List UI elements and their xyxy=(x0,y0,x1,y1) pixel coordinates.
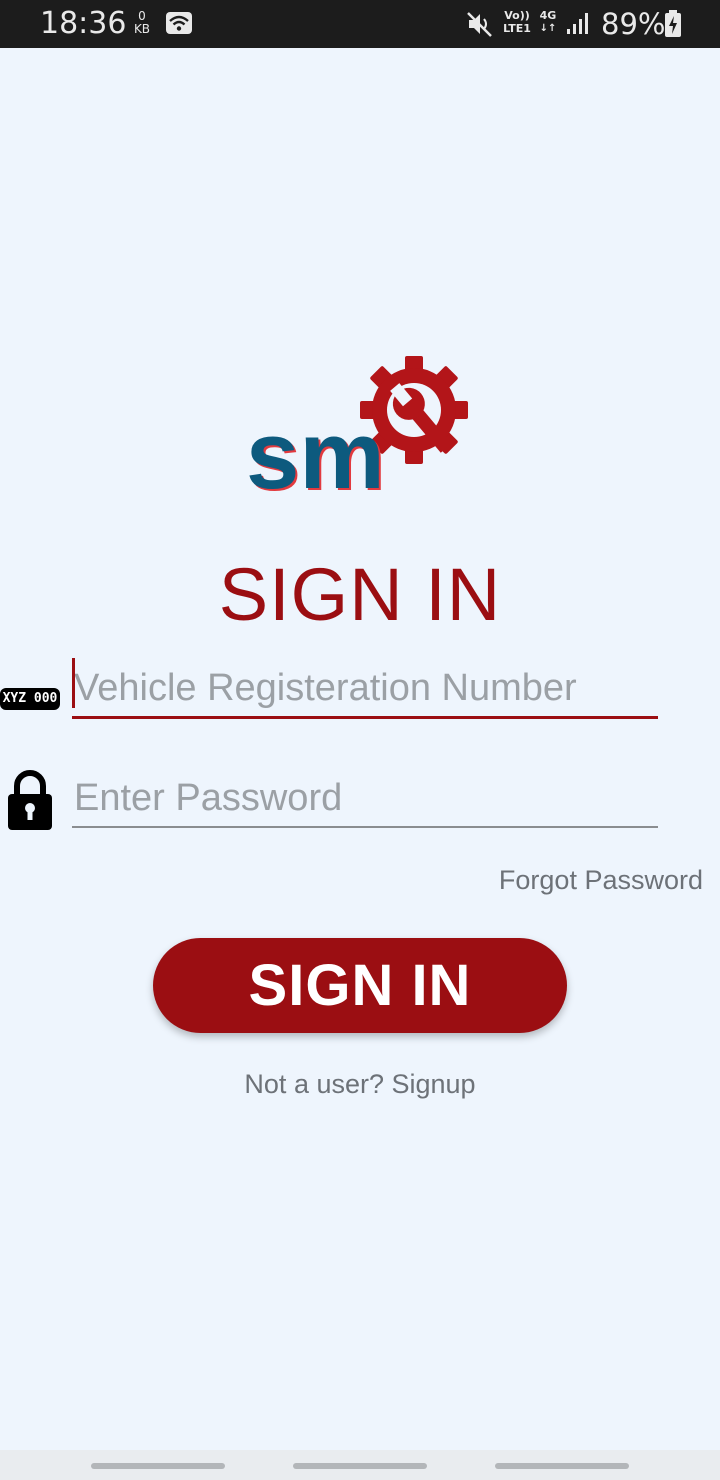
wifi-icon xyxy=(166,12,192,34)
nav-back-handle[interactable] xyxy=(495,1463,629,1469)
network-type: 4G ↓↑ xyxy=(537,9,559,35)
battery-percentage: 89% xyxy=(601,7,666,41)
forgot-password-link[interactable]: Forgot Password xyxy=(499,862,703,898)
logo-text: sm xyxy=(246,402,385,509)
registration-plate-icon: XYZ 000 xyxy=(0,688,60,710)
signal-icon xyxy=(567,13,588,34)
network-label: 4G xyxy=(539,9,557,22)
data-rate-indicator: 0 KB xyxy=(132,10,152,36)
nav-recents-handle[interactable] xyxy=(91,1463,225,1469)
volte-top: Vo)) xyxy=(504,9,530,22)
status-time: 18:36 xyxy=(40,6,127,41)
navigation-bar xyxy=(0,1450,720,1480)
app-logo: sm sm xyxy=(246,356,468,510)
network-arrows: ↓↑ xyxy=(539,23,557,34)
lock-icon xyxy=(8,770,52,830)
volte-indicator: Vo)) LTE1 xyxy=(500,9,534,35)
battery-icon xyxy=(665,10,681,37)
nav-home-handle[interactable] xyxy=(293,1463,427,1469)
text-cursor xyxy=(72,658,75,708)
data-rate-unit: KB xyxy=(133,22,151,36)
status-bar: 18:36 0 KB Vo)) LTE1 4G ↓↑ 89% xyxy=(0,0,720,48)
volte-bottom: LTE1 xyxy=(503,22,531,35)
signup-link[interactable]: Not a user? Signup xyxy=(0,1066,720,1102)
mute-icon xyxy=(467,12,492,37)
vehicle-registration-input[interactable] xyxy=(72,660,658,719)
sign-in-button[interactable]: SIGN IN xyxy=(153,938,567,1033)
page-title: SIGN IN xyxy=(218,553,502,636)
password-input[interactable] xyxy=(72,770,658,828)
